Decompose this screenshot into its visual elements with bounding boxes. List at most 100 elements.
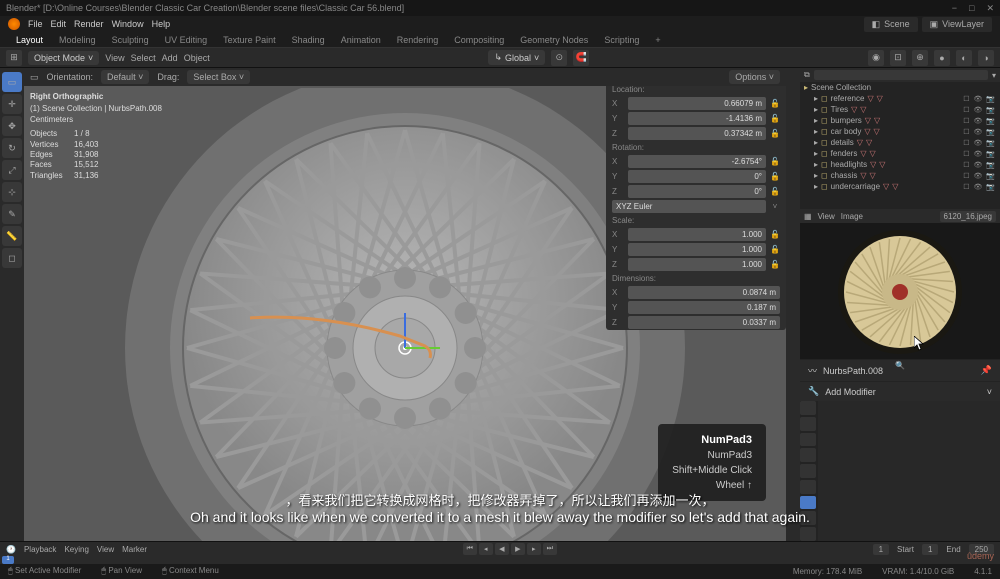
- menu-view[interactable]: View: [105, 53, 124, 63]
- prop-scene[interactable]: [800, 448, 816, 462]
- prop-modifier[interactable]: [800, 496, 816, 510]
- scene-selector[interactable]: ◧Scene: [864, 17, 918, 32]
- tool-cursor[interactable]: ✛: [2, 94, 22, 114]
- filter-icon[interactable]: ▾: [992, 71, 996, 80]
- prop-output[interactable]: [800, 417, 816, 431]
- tool-icon[interactable]: ▭: [30, 72, 39, 83]
- tl-keying[interactable]: Keying: [64, 545, 88, 554]
- current-frame[interactable]: 1: [873, 544, 889, 555]
- prev-key-icon[interactable]: ◂: [479, 543, 493, 555]
- outliner-item[interactable]: ▸◻car body ▽▽ ☐ 👁 📷: [800, 126, 1000, 137]
- menu-render[interactable]: Render: [74, 19, 104, 29]
- outliner-item[interactable]: ▸◻reference ▽▽ ☐ 👁 📷: [800, 93, 1000, 104]
- timeline-type-icon[interactable]: 🕐: [6, 545, 16, 554]
- menu-select[interactable]: Select: [131, 53, 156, 63]
- rot-mode[interactable]: XYZ Euler: [612, 200, 766, 213]
- tool-scale[interactable]: ⤢: [2, 160, 22, 180]
- tool-measure[interactable]: 📏: [2, 226, 22, 246]
- prop-physics[interactable]: [800, 527, 816, 541]
- tab-add[interactable]: +: [655, 35, 660, 45]
- jump-end-icon[interactable]: ⏭: [543, 543, 557, 555]
- outliner-item[interactable]: ▸◻undercarriage ▽▽ ☐ 👁 📷: [800, 181, 1000, 192]
- image-type-icon[interactable]: ▦: [804, 212, 812, 221]
- tab-uv[interactable]: UV Editing: [165, 35, 208, 45]
- menu-window[interactable]: Window: [112, 19, 144, 29]
- tab-animation[interactable]: Animation: [341, 35, 381, 45]
- drag-select[interactable]: Select Box ˅: [187, 70, 250, 84]
- tl-view[interactable]: View: [97, 545, 114, 554]
- tab-modeling[interactable]: Modeling: [59, 35, 96, 45]
- lock-icon[interactable]: 🔓: [770, 129, 780, 138]
- maximize-button[interactable]: □: [969, 3, 974, 14]
- lock-icon[interactable]: 🔓: [770, 187, 780, 196]
- loc-x[interactable]: 0.66079 m: [628, 97, 766, 110]
- shading-wire-icon[interactable]: ⊕: [912, 50, 928, 66]
- rot-z[interactable]: 0°: [628, 185, 766, 198]
- shading-rendered-icon[interactable]: ◑: [978, 50, 994, 66]
- xray-icon[interactable]: ⊡: [890, 50, 906, 66]
- menu-object[interactable]: Object: [184, 53, 210, 63]
- scl-x[interactable]: 1.000: [628, 228, 766, 241]
- image-menu-image[interactable]: Image: [841, 212, 863, 221]
- menu-edit[interactable]: Edit: [51, 19, 67, 29]
- tab-shading[interactable]: Shading: [292, 35, 325, 45]
- outliner-search[interactable]: [814, 70, 988, 80]
- outliner-item[interactable]: ▸◻headlights ▽▽ ☐ 👁 📷: [800, 159, 1000, 170]
- lock-icon[interactable]: 🔓: [770, 99, 780, 108]
- shading-solid-icon[interactable]: ●: [934, 50, 950, 66]
- tool-transform[interactable]: ⊹: [2, 182, 22, 202]
- close-button[interactable]: ✕: [986, 3, 994, 14]
- lock-icon[interactable]: 🔓: [770, 230, 780, 239]
- tl-playback[interactable]: Playback: [24, 545, 56, 554]
- start-frame[interactable]: 1: [922, 544, 938, 555]
- outliner-item[interactable]: ▸◻chassis ▽▽ ☐ 👁 📷: [800, 170, 1000, 181]
- add-modifier-button[interactable]: 🔧 Add Modifier ˅: [800, 382, 1000, 401]
- image-filename[interactable]: 6120_16.jpeg: [940, 211, 997, 222]
- orientation-dropdown[interactable]: ↳ Global ˅: [488, 50, 545, 65]
- tab-compositing[interactable]: Compositing: [454, 35, 504, 45]
- tab-texture[interactable]: Texture Paint: [223, 35, 276, 45]
- tool-move[interactable]: ✥: [2, 116, 22, 136]
- outliner-item[interactable]: ▸◻details ▽▽ ☐ 👁 📷: [800, 137, 1000, 148]
- next-key-icon[interactable]: ▸: [527, 543, 541, 555]
- mode-dropdown[interactable]: Object Mode ˅: [28, 51, 99, 65]
- play-rev-icon[interactable]: ◀: [495, 543, 509, 555]
- tool-select[interactable]: ▭: [2, 72, 22, 92]
- pivot-icon[interactable]: ⊙: [551, 50, 567, 66]
- prop-render[interactable]: [800, 401, 816, 415]
- outliner-item[interactable]: ▸◻bumpers ▽▽ ☐ 👁 📷: [800, 115, 1000, 126]
- scl-y[interactable]: 1.000: [628, 243, 766, 256]
- tab-layout[interactable]: Layout: [16, 35, 43, 45]
- rot-y[interactable]: 0°: [628, 170, 766, 183]
- viewlayer-selector[interactable]: ▣ViewLayer: [922, 17, 992, 32]
- menu-help[interactable]: Help: [152, 19, 171, 29]
- scl-z[interactable]: 1.000: [628, 258, 766, 271]
- prop-object[interactable]: [800, 480, 816, 494]
- outliner-type-icon[interactable]: ⧉: [804, 70, 810, 80]
- editor-type-icon[interactable]: ⊞: [6, 50, 22, 66]
- shading-material-icon[interactable]: ◐: [956, 50, 972, 66]
- outliner-root[interactable]: ▸Scene Collection: [800, 82, 1000, 93]
- tab-geo[interactable]: Geometry Nodes: [520, 35, 588, 45]
- tool-annotate[interactable]: ✎: [2, 204, 22, 224]
- menu-file[interactable]: File: [28, 19, 43, 29]
- lock-icon[interactable]: 🔓: [770, 114, 780, 123]
- jump-start-icon[interactable]: ⏮: [463, 543, 477, 555]
- snap-icon[interactable]: 🧲: [573, 50, 589, 66]
- outliner-item[interactable]: ▸◻Tires ▽▽ ☐ 👁 📷: [800, 104, 1000, 115]
- prop-world[interactable]: [800, 464, 816, 478]
- orientation-select[interactable]: Default ˅: [101, 70, 149, 84]
- loc-z[interactable]: 0.37342 m: [628, 127, 766, 140]
- dim-x[interactable]: 0.0874 m: [628, 286, 780, 299]
- outliner-item[interactable]: ▸◻fenders ▽▽ ☐ 👁 📷: [800, 148, 1000, 159]
- menu-add[interactable]: Add: [162, 53, 178, 63]
- blender-logo-icon[interactable]: [8, 18, 20, 30]
- tab-sculpting[interactable]: Sculpting: [112, 35, 149, 45]
- prop-particle[interactable]: [800, 511, 816, 525]
- tl-marker[interactable]: Marker: [122, 545, 147, 554]
- tab-scripting[interactable]: Scripting: [604, 35, 639, 45]
- dim-z[interactable]: 0.0337 m: [628, 316, 780, 329]
- tab-rendering[interactable]: Rendering: [397, 35, 439, 45]
- lock-icon[interactable]: 🔓: [770, 172, 780, 181]
- dim-y[interactable]: 0.187 m: [628, 301, 780, 314]
